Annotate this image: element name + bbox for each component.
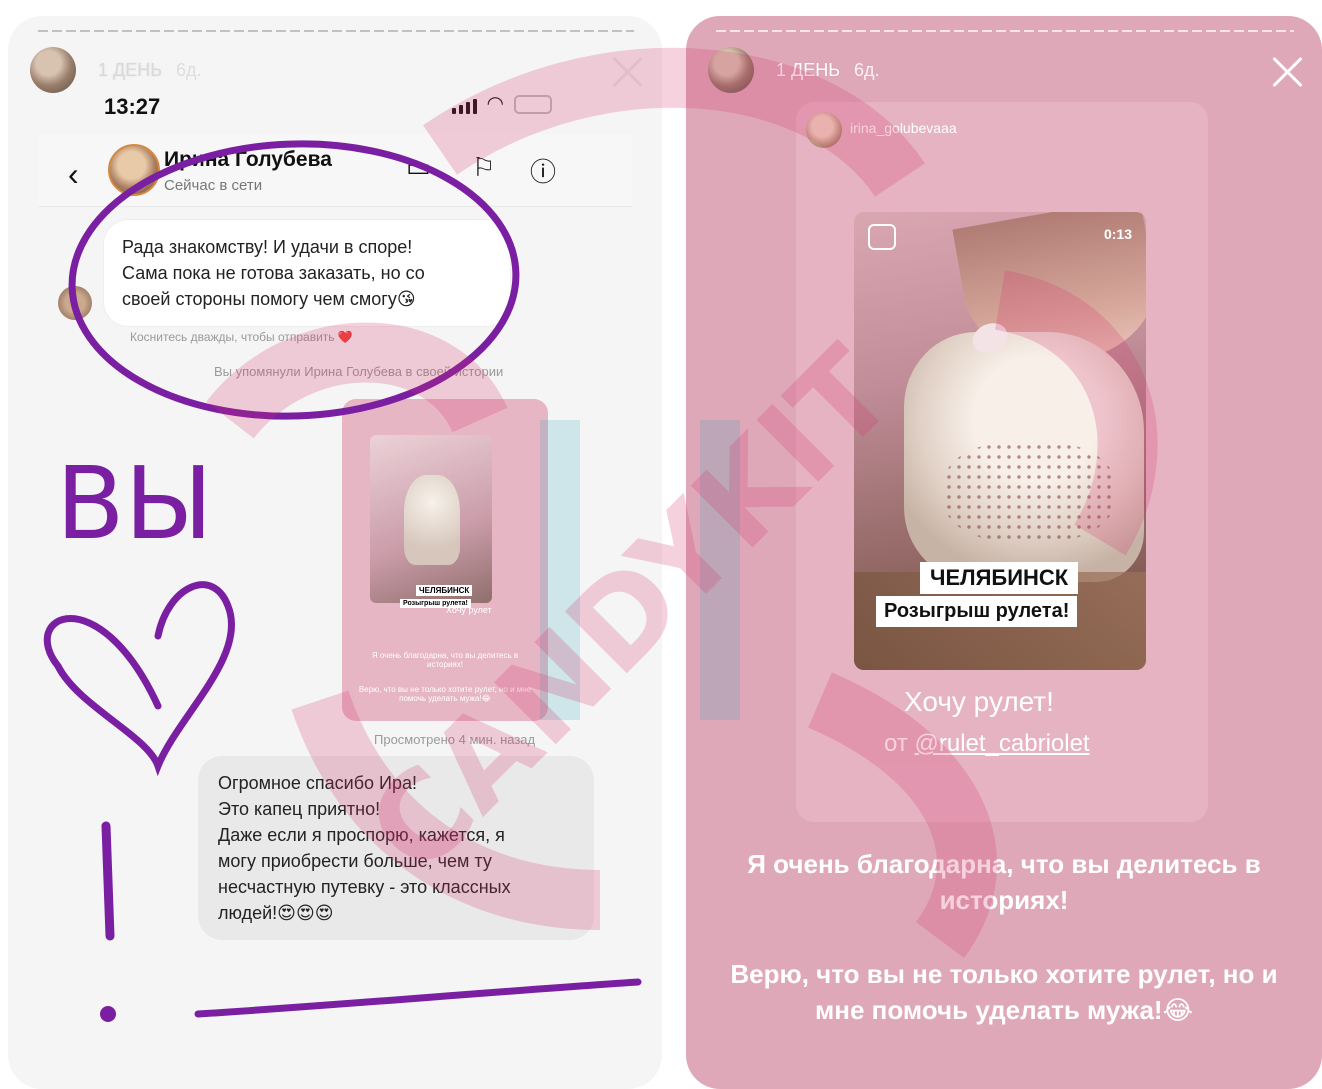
story-progress-bar [716, 30, 1294, 32]
from-handle-link[interactable]: @rulet_cabriolet [914, 730, 1089, 757]
card-username[interactable]: irina_golubevaaa [850, 120, 957, 136]
close-icon[interactable] [1270, 54, 1304, 88]
story-header: 1 ДЕНЬ 6д. [708, 46, 880, 94]
left-story-panel: 1 ДЕНЬ 6д. 13:27 ◠ ‹ Ирина Голубева Сейч… [8, 16, 662, 1089]
handwritten-annotation: ВЫ [43, 140, 642, 1022]
reel-icon [868, 224, 896, 250]
reel-video[interactable]: 0:13 ЧЕЛЯБИНСК Розыгрыш рулета! rulet_ca… [854, 212, 1146, 670]
grateful-text: Я очень благодарна, что вы делитесь в ис… [747, 849, 1261, 915]
story-time-label: 1 ДЕНЬ [776, 59, 841, 80]
video-duration: 0:13 [1103, 226, 1132, 242]
want-text: Хочу рулет! [904, 686, 1054, 717]
story-avatar[interactable] [708, 47, 754, 93]
from-prefix: от [884, 730, 908, 757]
from-line: от @rulet_cabriolet [884, 730, 1090, 758]
annotation-text: ВЫ [56, 445, 213, 562]
card-avatar[interactable] [806, 112, 842, 148]
tag-title: Розыгрыш рулета! [876, 596, 1078, 627]
story-ago-label: 6д. [854, 59, 880, 80]
believe-text: Верю, что вы не только хотите рулет, но … [730, 959, 1278, 1025]
cake-sprinkles [944, 442, 1114, 542]
right-story-panel: 1 ДЕНЬ 6д. irina_golubevaaa 0:13 ЧЕЛЯБИН… [686, 16, 1322, 1089]
tag-city: ЧЕЛЯБИНСК [920, 562, 1079, 594]
